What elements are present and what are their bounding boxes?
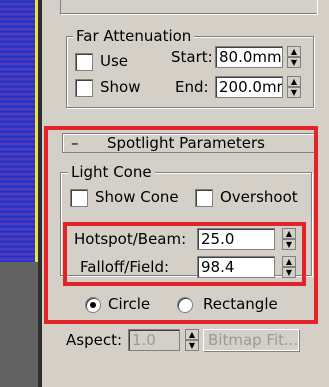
spin-down-icon[interactable]: ▼ (185, 340, 199, 351)
viewport-render (0, 0, 35, 262)
start-label: Start: (171, 48, 213, 66)
aspect-field[interactable]: 1.0 (128, 329, 180, 351)
spin-down-icon[interactable]: ▼ (287, 87, 301, 98)
show-checkbox[interactable] (75, 79, 93, 97)
end-spinner[interactable]: ▲ ▼ (287, 76, 301, 98)
previous-rollout-bottom (60, 0, 318, 15)
end-field[interactable]: 200.0mr (215, 76, 283, 98)
hotspot-falloff-highlight-frame (63, 222, 306, 286)
far-attenuation-title: Far Attenuation (73, 27, 195, 45)
start-spinner[interactable]: ▲ ▼ (287, 46, 301, 68)
viewport-strip[interactable] (0, 0, 42, 387)
start-field[interactable]: 80.0mm (215, 46, 283, 68)
spin-up-icon[interactable]: ▲ (185, 329, 199, 340)
end-label: End: (175, 78, 209, 96)
use-checkbox[interactable] (75, 53, 93, 71)
show-label: Show (100, 78, 141, 96)
use-label: Use (100, 52, 129, 70)
viewport-empty-area (0, 262, 38, 387)
bitmap-fit-button[interactable]: Bitmap Fit... (203, 329, 299, 351)
spin-up-icon[interactable]: ▲ (287, 76, 301, 87)
aspect-label: Aspect: (66, 331, 123, 349)
spin-up-icon[interactable]: ▲ (287, 46, 301, 57)
aspect-spinner[interactable]: ▲ ▼ (185, 329, 199, 351)
spin-down-icon[interactable]: ▼ (287, 57, 301, 68)
